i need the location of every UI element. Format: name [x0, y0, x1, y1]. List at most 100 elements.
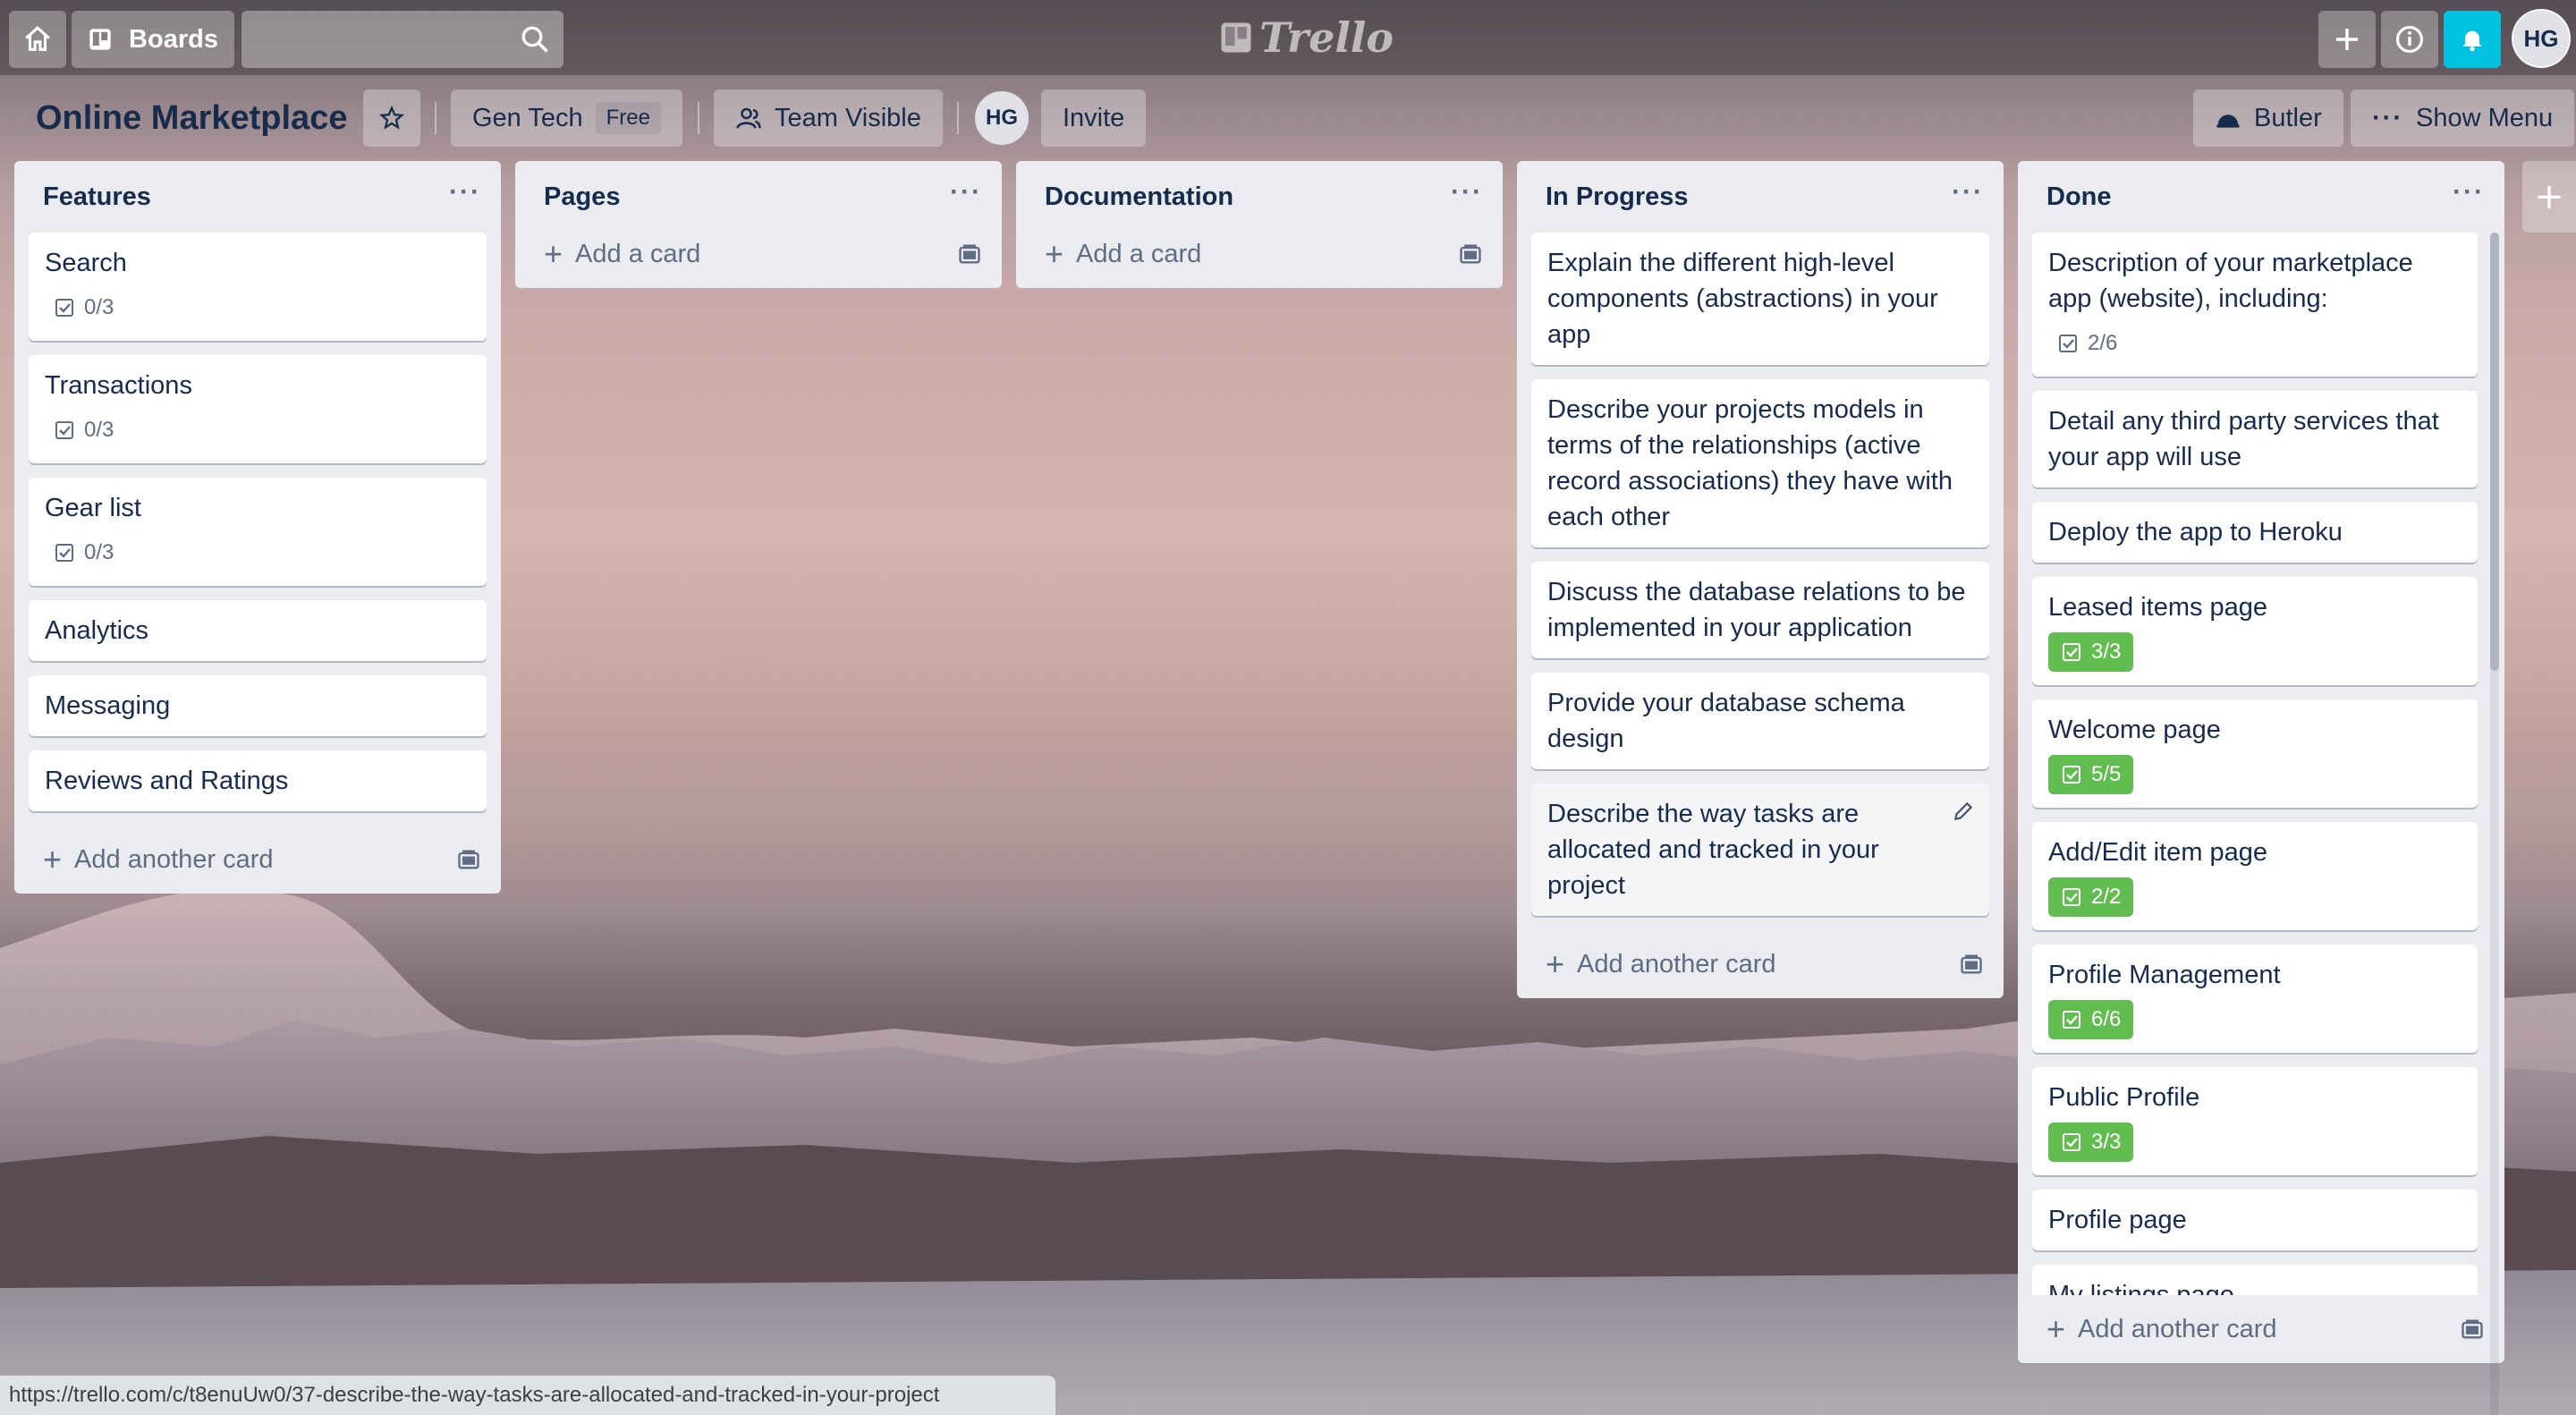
add-card-label: Add a card [1076, 239, 1202, 268]
list-menu-icon[interactable]: ··· [1451, 177, 1483, 208]
card[interactable]: Welcome page 5/5 [2032, 699, 2478, 808]
done-card-list[interactable]: Description of your marketplace app (web… [2018, 233, 2504, 1295]
checklist-count: 0/3 [84, 295, 114, 319]
checklist-icon [2063, 888, 2080, 906]
checklist-complete-badge: 6/6 [2048, 1000, 2134, 1039]
card[interactable]: Detail any third party services that you… [2032, 391, 2478, 487]
list-scrollbar[interactable] [2490, 233, 2499, 1415]
card[interactable]: Analytics [29, 600, 487, 661]
visibility-button[interactable]: Team Visible [714, 89, 943, 147]
star-icon [378, 105, 405, 130]
add-list-button[interactable]: + [2522, 161, 2576, 233]
checklist-count: 2/6 [2088, 331, 2118, 355]
list-title[interactable]: Documentation [1045, 182, 1233, 212]
home-button[interactable] [9, 11, 66, 68]
card-template-icon[interactable] [1959, 952, 1984, 977]
list-menu-icon[interactable]: ··· [449, 177, 481, 208]
list-pages: Pages ··· + Add a card [515, 161, 1002, 288]
bell-icon [2462, 30, 2482, 52]
card-title: Profile page [2048, 1206, 2187, 1234]
team-button[interactable]: Gen Tech Free [451, 89, 682, 147]
home-icon [25, 26, 50, 51]
board-member-avatar[interactable]: HG [975, 91, 1029, 145]
butler-button[interactable]: Butler [2193, 89, 2343, 147]
list-menu-icon[interactable]: ··· [2453, 177, 2485, 208]
show-menu-button[interactable]: ··· Show Menu [2351, 89, 2575, 147]
search-input[interactable] [242, 11, 564, 68]
checklist-icon [55, 544, 73, 562]
card-title: Search [45, 249, 127, 277]
list-menu-icon[interactable]: ··· [950, 177, 982, 208]
card[interactable]: Profile page [2032, 1190, 2478, 1250]
list-header[interactable]: Features ··· [14, 161, 501, 233]
list-header[interactable]: In Progress ··· [1517, 161, 2004, 233]
checklist-badge: 2/6 [2048, 324, 2123, 363]
plus-icon: + [1045, 235, 1064, 272]
list-header[interactable]: Done ··· [2018, 161, 2504, 233]
invite-button[interactable]: Invite [1041, 89, 1147, 147]
add-card-button[interactable]: + Add a card [1016, 220, 1503, 288]
checklist-badge: 0/3 [45, 288, 119, 327]
checklist-count: 5/5 [2091, 762, 2122, 786]
star-board-button[interactable] [363, 89, 420, 147]
scrollbar-thumb[interactable] [2490, 233, 2499, 671]
card[interactable]: Gear list 0/3 [29, 478, 487, 586]
checklist-icon [2063, 766, 2080, 784]
trello-logo-icon [1221, 22, 1251, 53]
card[interactable]: Messaging [29, 675, 487, 736]
card[interactable]: Deploy the app to Heroku [2032, 502, 2478, 563]
card-hovered[interactable]: Describe the way tasks are allocated and… [1531, 784, 1989, 916]
card-template-icon[interactable] [957, 241, 982, 267]
list-documentation: Documentation ··· + Add a card [1016, 161, 1503, 288]
card[interactable]: Search 0/3 [29, 233, 487, 341]
member-avatar[interactable]: HG [2512, 9, 2571, 68]
team-name: Gen Tech [472, 103, 583, 132]
card-title: Discuss the database relations to be imp… [1547, 578, 1966, 642]
board-title[interactable]: Online Marketplace [36, 95, 347, 141]
list-title[interactable]: Features [43, 182, 151, 212]
list-menu-icon[interactable]: ··· [1952, 177, 1984, 208]
list-title[interactable]: In Progress [1546, 182, 1689, 212]
card-template-icon[interactable] [456, 847, 481, 872]
add-card-button[interactable]: + Add a card [515, 220, 1002, 288]
card[interactable]: Leased items page 3/3 [2032, 577, 2478, 685]
list-title[interactable]: Pages [544, 182, 620, 212]
header-divider [435, 102, 436, 134]
checklist-complete-badge: 3/3 [2048, 1123, 2134, 1162]
add-card-button[interactable]: + Add another card [1517, 930, 2004, 998]
notifications-button[interactable] [2444, 11, 2501, 68]
card-title: Welcome page [2048, 716, 2221, 744]
list-title[interactable]: Done [2046, 182, 2112, 212]
card[interactable]: Public Profile 3/3 [2032, 1067, 2478, 1175]
checklist-icon [2063, 643, 2080, 661]
card-title: Analytics [45, 616, 149, 645]
add-card-label: Add another card [2078, 1314, 2277, 1343]
card-template-icon[interactable] [1458, 241, 1483, 267]
card[interactable]: Add/Edit item page 2/2 [2032, 822, 2478, 930]
board-member-initials: HG [986, 106, 1018, 130]
add-card-button[interactable]: + Add another card [2018, 1295, 2504, 1363]
card-template-icon[interactable] [2460, 1317, 2485, 1342]
boards-button[interactable]: Boards [72, 11, 234, 68]
butler-icon [2216, 114, 2240, 128]
information-button[interactable] [2381, 11, 2438, 68]
card[interactable]: Transactions 0/3 [29, 355, 487, 463]
create-button[interactable] [2318, 11, 2376, 68]
card[interactable]: Discuss the database relations to be imp… [1531, 562, 1989, 658]
team-icon [736, 107, 761, 129]
card[interactable]: Description of your marketplace app (web… [2032, 233, 2478, 377]
trello-logo[interactable]: Trello [1220, 13, 1394, 63]
pencil-icon[interactable] [1952, 800, 1975, 823]
add-card-button[interactable]: + Add another card [14, 826, 501, 894]
card[interactable]: Explain the different high-level compone… [1531, 233, 1989, 365]
checklist-count: 3/3 [2091, 640, 2122, 664]
info-icon [2395, 25, 2424, 54]
card-title: Description of your marketplace app (web… [2048, 249, 2413, 313]
card[interactable]: Provide your database schema design [1531, 673, 1989, 769]
card[interactable]: My listings page [2032, 1265, 2478, 1295]
card[interactable]: Describe your projects models in terms o… [1531, 379, 1989, 547]
card[interactable]: Profile Management 6/6 [2032, 945, 2478, 1053]
card-title: Gear list [45, 494, 141, 522]
boards-icon [89, 29, 111, 50]
card[interactable]: Reviews and Ratings [29, 750, 487, 811]
